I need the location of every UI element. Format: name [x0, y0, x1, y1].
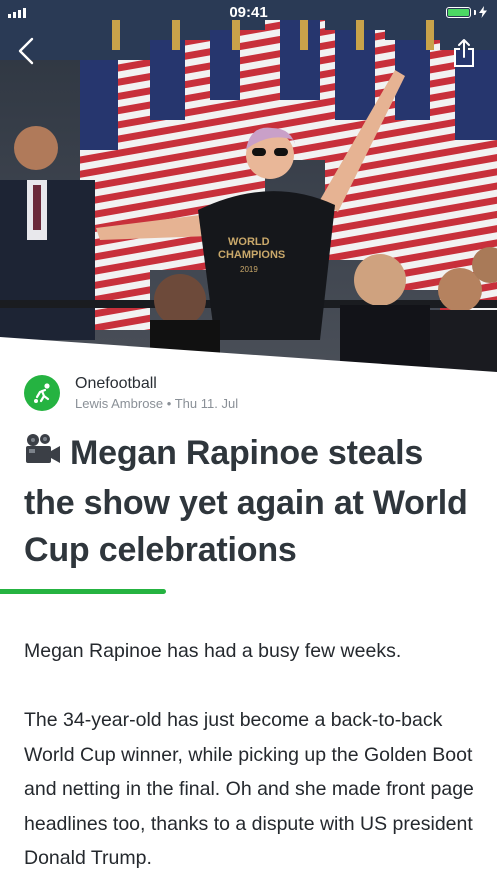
title-accent-line — [0, 589, 166, 594]
author-name: Lewis Ambrose — [75, 396, 164, 411]
article-title: Megan Rapinoe steals the show yet again … — [24, 430, 474, 574]
article-paragraph: The 34-year-old has just become a back-t… — [24, 709, 474, 869]
article-paragraph: Megan Rapinoe has had a busy few weeks. — [24, 640, 402, 662]
movie-camera-icon — [24, 433, 62, 480]
meta-separator: • — [166, 396, 172, 411]
status-time: 09:41 — [229, 4, 268, 21]
source-name: Onefootball — [75, 375, 157, 392]
battery-icon — [446, 6, 487, 18]
back-button[interactable] — [14, 36, 40, 66]
publish-date: Thu 11. Jul — [174, 396, 239, 411]
article-title-text: Megan Rapinoe steals the show yet again … — [24, 434, 468, 569]
share-button[interactable] — [451, 38, 477, 68]
onefootball-logo-icon — [24, 375, 60, 411]
hero-image: WORLD CHAMPIONS 2019 — [0, 0, 497, 372]
share-icon — [454, 39, 474, 67]
article-meta: Lewis Ambrose • Thu 11. Jul — [75, 396, 238, 411]
status-bar: 09:41 — [0, 0, 497, 26]
charging-bolt-icon — [479, 6, 487, 18]
article-source[interactable]: Onefootball Lewis Ambrose • Thu 11. Jul — [24, 373, 464, 413]
chevron-left-icon — [18, 37, 34, 65]
